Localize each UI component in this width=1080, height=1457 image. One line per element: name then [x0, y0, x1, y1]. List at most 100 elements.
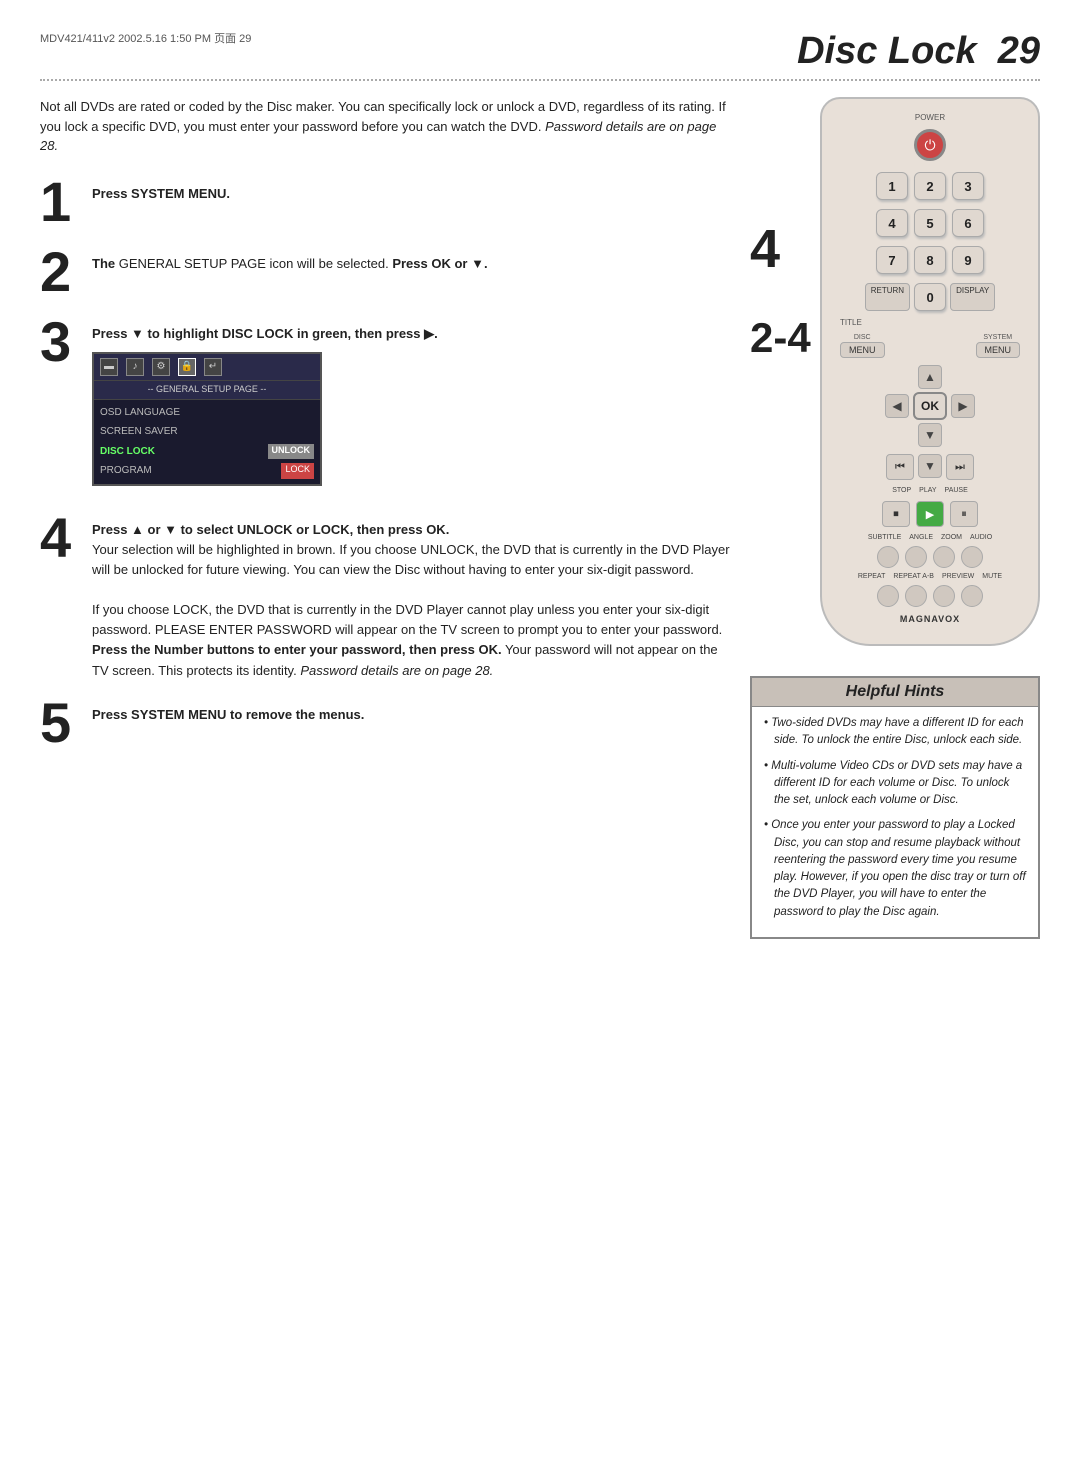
remote-system-label: SYSTEM [983, 334, 1012, 341]
remote-title-row: TITLE [838, 318, 1022, 327]
remote-btn-return[interactable]: RETURN [865, 283, 910, 311]
remote-brand: MAGNAVOX [900, 614, 960, 624]
hint-item-3: Once you enter your password to play a L… [764, 817, 1026, 921]
remote-btn-angle[interactable] [905, 546, 927, 568]
step-3-text: Press ▼ to highlight DISC LOCK in green,… [92, 314, 438, 496]
remote-row-123: 1 2 3 [876, 172, 984, 200]
screen-row-osd-label: OSD LANGUAGE [100, 405, 180, 421]
remote-row-disc-system: DISC MENU SYSTEM MENU [838, 334, 1022, 358]
remote-btn-repeat[interactable] [877, 585, 899, 607]
remote-system-group: SYSTEM MENU [976, 334, 1021, 358]
remote-btn-0[interactable]: 0 [914, 283, 946, 311]
overlay-24: 2-4 [750, 317, 811, 359]
step-1-text: Press SYSTEM MENU. [92, 174, 230, 204]
screen-row-disc-badge-unlock: UNLOCK [268, 444, 315, 460]
step-5-block: 5 Press SYSTEM MENU to remove the menus. [40, 695, 730, 751]
remote-btn-3[interactable]: 3 [952, 172, 984, 200]
remote-btn-down[interactable]: ▼ [918, 423, 942, 447]
step-1-number: 1 [40, 174, 86, 230]
screen-row-screen: SCREEN SAVER [100, 422, 314, 442]
remote-btn-play[interactable]: ▶ [916, 501, 944, 527]
remote-btn-left[interactable]: ◀ [885, 394, 909, 418]
remote-btn-up[interactable]: ▲ [918, 365, 942, 389]
remote-power-label: POWER [915, 113, 945, 122]
file-info: MDV421/411v2 2002.5.16 1:50 PM 页面 29 [40, 30, 251, 46]
step-5-number: 5 [40, 695, 86, 751]
remote-btn-right[interactable]: ▶ [951, 394, 975, 418]
helpful-hints-content: Two-sided DVDs may have a different ID f… [752, 707, 1038, 937]
remote-spp-row: ⏹ ▶ ⏸ [882, 501, 978, 527]
remote-saza-labels: SUBTITLE ANGLE ZOOM AUDIO [838, 534, 1022, 541]
step-3-number: 3 [40, 314, 86, 370]
remote-btn-7[interactable]: 7 [876, 246, 908, 274]
remote-system-menu-btn[interactable]: MENU [976, 342, 1021, 358]
remote-btn-mute[interactable] [961, 585, 983, 607]
step-2-text: The GENERAL SETUP PAGE icon will be sele… [92, 244, 488, 274]
screen-row-program: PROGRAM LOCK [100, 461, 314, 481]
helpful-hints-title: Helpful Hints [752, 678, 1038, 707]
remote-btn-9[interactable]: 9 [952, 246, 984, 274]
remote-disc-group: DISC MENU [840, 334, 885, 358]
remote-btn-preview[interactable] [933, 585, 955, 607]
screen-icons: ▬ ♪ ⚙ 🔒 ↵ [94, 354, 320, 381]
step-5-text: Press SYSTEM MENU to remove the menus. [92, 695, 364, 725]
remote-btn-zoom[interactable] [933, 546, 955, 568]
remote-btn-next[interactable]: ⏭ [946, 454, 974, 480]
remote-btn-8[interactable]: 8 [914, 246, 946, 274]
header-bar: MDV421/411v2 2002.5.16 1:50 PM 页面 29 Dis… [40, 30, 1040, 73]
dotted-rule [40, 79, 1040, 81]
remote-spp-labels: STOP PLAY PAUSE [838, 487, 1022, 494]
page-wrapper: MDV421/411v2 2002.5.16 1:50 PM 页面 29 Dis… [40, 30, 1040, 939]
remote-btn-audio[interactable] [961, 546, 983, 568]
remote-saza-btns [877, 546, 983, 568]
remote-row-special1: RETURN 0 DISPLAY [838, 283, 1022, 311]
remote-mute-label: MUTE [982, 573, 1002, 580]
screen-row-osd: OSD LANGUAGE [100, 403, 314, 423]
remote-btn-pause[interactable]: ⏸ [950, 501, 978, 527]
helpful-hints-list: Two-sided DVDs may have a different ID f… [764, 715, 1026, 921]
overlay-4-top: 4 [750, 222, 780, 276]
remote-btn-2[interactable]: 2 [914, 172, 946, 200]
intro-text: Not all DVDs are rated or coded by the D… [40, 97, 730, 156]
remote-stop-label: STOP [892, 487, 911, 494]
steps-area: Not all DVDs are rated or coded by the D… [40, 97, 730, 939]
remote-pause-label: PAUSE [945, 487, 968, 494]
screen-mockup: ▬ ♪ ⚙ 🔒 ↵ -- GENERAL SETUP PAGE -- OSD L… [92, 352, 322, 486]
remote-nav-vert: ▲ OK ▼ [913, 365, 947, 447]
power-icon: ⏻ [924, 137, 935, 154]
remote-btn-1[interactable]: 1 [876, 172, 908, 200]
step-2-number: 2 [40, 244, 86, 300]
remote-control: POWER ⏻ 1 2 3 4 5 6 [820, 97, 1040, 646]
remote-angle-label: ANGLE [909, 534, 933, 541]
remote-btn-repeat-ab[interactable] [905, 585, 927, 607]
remote-btn-ok[interactable]: OK [913, 392, 947, 420]
remote-btn-5[interactable]: 5 [914, 209, 946, 237]
remote-area: 4 2-4 1,5 POWER ⏻ 1 2 [750, 97, 1040, 939]
screen-row-disc: DISC LOCK UNLOCK [100, 442, 314, 462]
screen-icon-setup: ⚙ [152, 358, 170, 376]
remote-btn-6[interactable]: 6 [952, 209, 984, 237]
remote-title-label: TITLE [840, 318, 862, 327]
remote-btn-subtitle[interactable] [877, 546, 899, 568]
remote-repeat-label: REPEAT [858, 573, 886, 580]
helpful-hints-box: Helpful Hints Two-sided DVDs may have a … [750, 676, 1040, 939]
remote-repeat-labels: REPEAT REPEAT A-B PREVIEW MUTE [838, 573, 1022, 580]
step-4-number: 4 [40, 510, 86, 566]
remote-row-456: 4 5 6 [876, 209, 984, 237]
remote-btn-display[interactable]: DISPLAY [950, 283, 995, 311]
step-2-block: 2 The GENERAL SETUP PAGE icon will be se… [40, 244, 730, 300]
remote-btn-4[interactable]: 4 [876, 209, 908, 237]
remote-btn-stop[interactable]: ⏹ [882, 501, 910, 527]
step-3-block: 3 Press ▼ to highlight DISC LOCK in gree… [40, 314, 730, 496]
screen-row-screen-label: SCREEN SAVER [100, 424, 178, 440]
remote-audio-label: AUDIO [970, 534, 992, 541]
hint-item-2: Multi-volume Video CDs or DVD sets may h… [764, 758, 1026, 810]
remote-disc-menu-btn[interactable]: MENU [840, 342, 885, 358]
remote-power-button[interactable]: ⏻ [914, 129, 946, 161]
remote-btn-prev[interactable]: ⏮ [886, 454, 914, 480]
screen-title-bar: -- GENERAL SETUP PAGE -- [94, 381, 320, 400]
remote-play-label: PLAY [919, 487, 936, 494]
remote-row-789: 7 8 9 [876, 246, 984, 274]
remote-btn-down2[interactable]: ▼ [918, 454, 942, 478]
screen-icon-lock: 🔒 [178, 358, 196, 376]
